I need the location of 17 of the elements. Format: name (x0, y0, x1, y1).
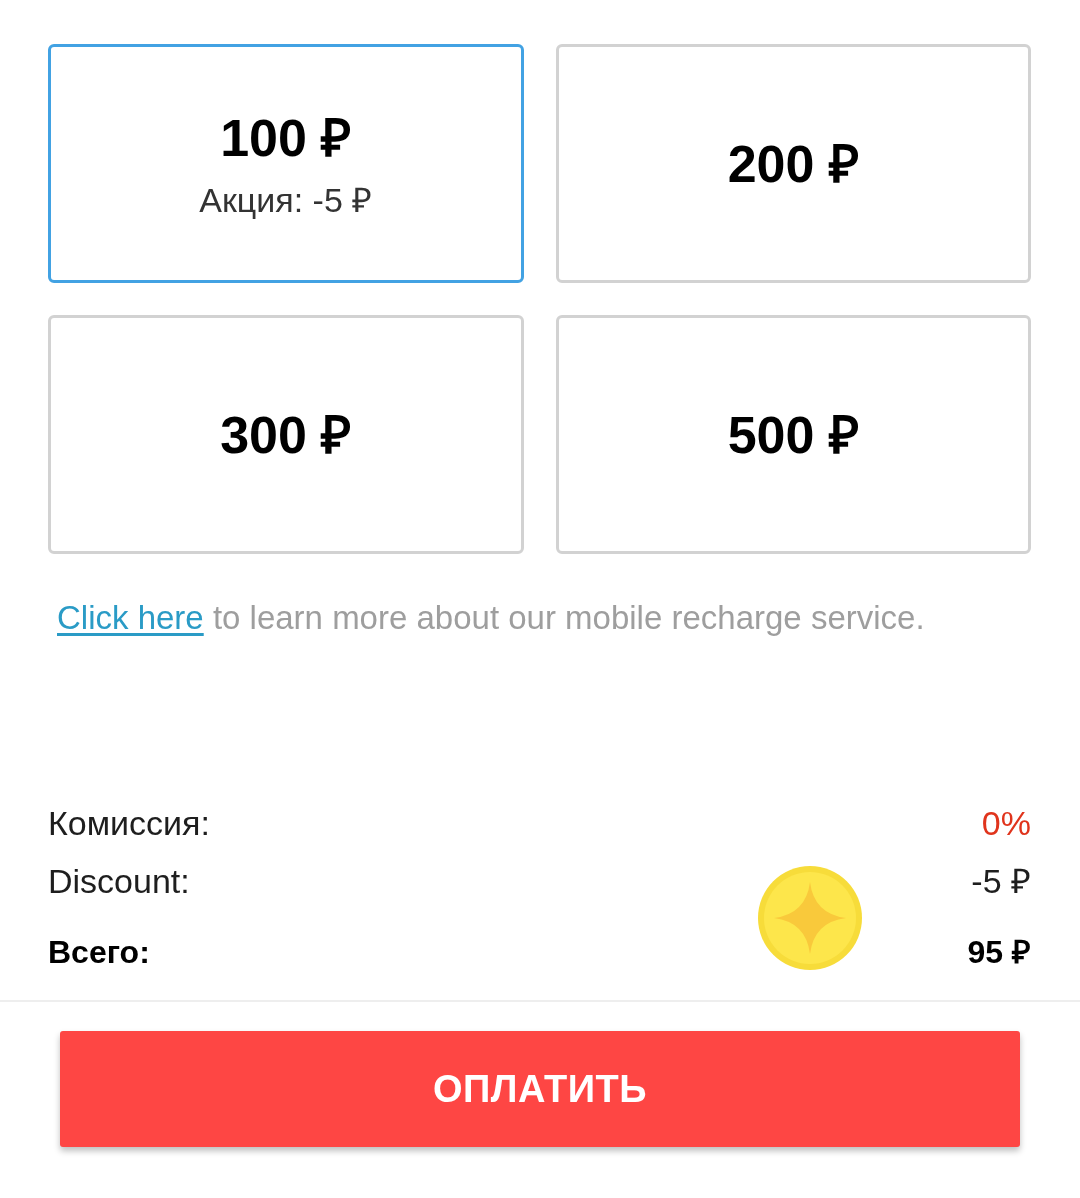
amount-text: 500 ₽ (727, 404, 859, 465)
amount-text: 300 ₽ (220, 404, 352, 465)
amount-card[interactable]: 300 ₽ (48, 315, 524, 554)
summary-label: Комиссия: (48, 803, 210, 843)
info-text: Click here to learn more about our mobile recharge service. (57, 598, 926, 638)
promo-text: Акция: -5 ₽ (199, 179, 373, 220)
summary-value: 0% (981, 803, 1031, 843)
summary-value: -5 ₽ (971, 861, 1031, 901)
summary-value: 95 ₽ (967, 933, 1031, 972)
amount-text: 100 ₽ (220, 107, 352, 168)
summary-label: Discount: (48, 861, 190, 901)
amount-card[interactable]: 500 ₽ (555, 315, 1031, 554)
amount-text: 200 ₽ (727, 133, 859, 194)
amount-card[interactable]: 100 ₽ Акция: -5 ₽ (48, 44, 524, 283)
summary-label: Всего: (48, 933, 150, 972)
star-coin-icon[interactable] (756, 864, 864, 972)
amount-card[interactable]: 200 ₽ (555, 44, 1031, 283)
